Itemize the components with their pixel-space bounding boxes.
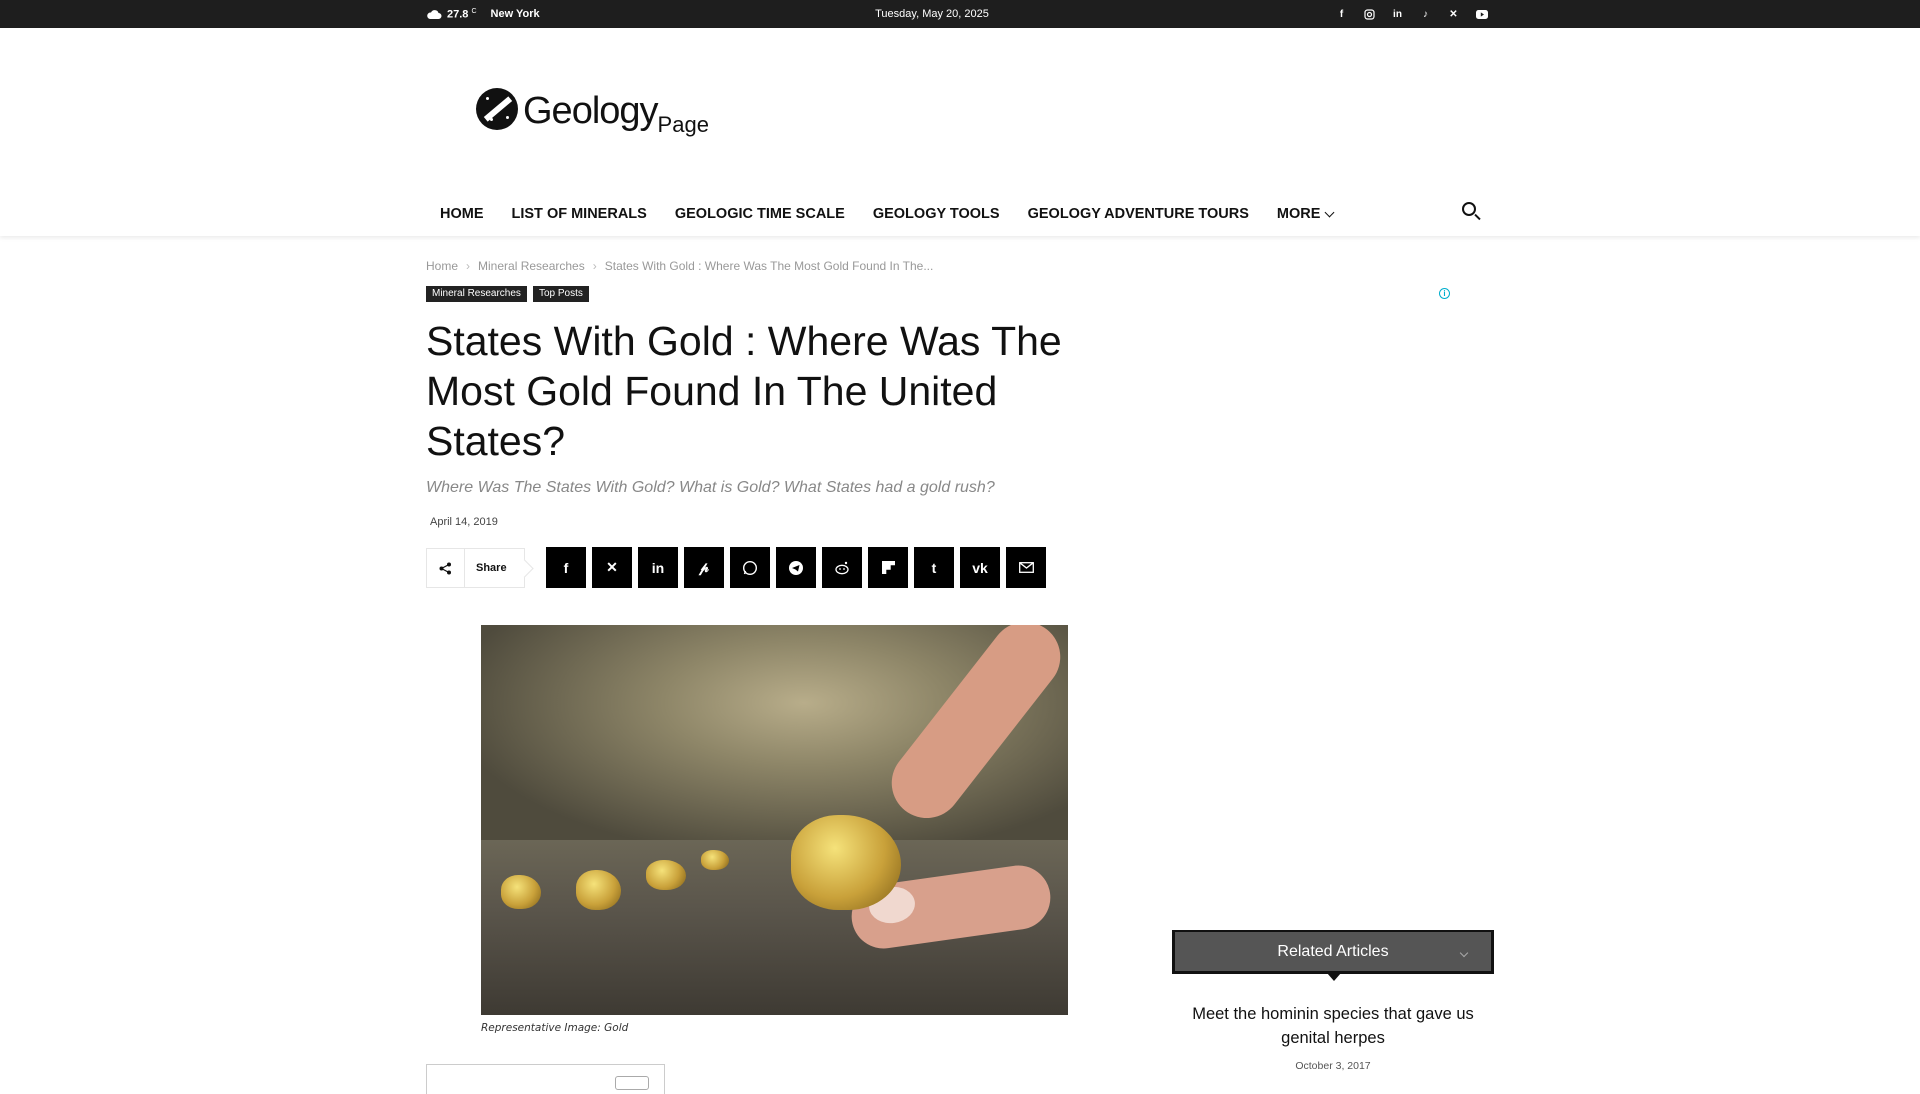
nav-item-more-label: MORE — [1276, 206, 1321, 222]
share-buttons: f ✕ in 𝓅 t vk — [546, 547, 1046, 588]
content-box-partial — [426, 1064, 665, 1094]
pinterest-icon[interactable]: 𝓅 — [684, 547, 724, 588]
top-bar: 27.8 C New York Tuesday, May 20, 2025 f … — [0, 0, 1920, 28]
chevron-down-icon — [1324, 207, 1335, 217]
social-links: f in ♪ ✕ — [1335, 0, 1488, 28]
breadcrumb-home[interactable]: Home — [426, 259, 458, 273]
x-icon[interactable]: ✕ — [1447, 8, 1460, 21]
telegram-icon[interactable] — [776, 547, 816, 588]
breadcrumb-separator: › — [592, 259, 597, 273]
instagram-icon[interactable] — [1363, 8, 1376, 21]
breadcrumb-category[interactable]: Mineral Researches — [478, 259, 585, 273]
related-articles-label: Related Articles — [1277, 942, 1389, 960]
site-header: Geology Page HOME LIST OF MINERALS GEOLO… — [0, 28, 1920, 236]
linkedin-icon[interactable]: in — [638, 547, 678, 588]
nav-item-home[interactable]: HOME — [426, 206, 498, 222]
article-date: April 14, 2019 — [430, 516, 498, 528]
current-date: Tuesday, May 20, 2025 — [875, 8, 989, 20]
related-articles-header[interactable]: Related Articles — [1172, 930, 1494, 981]
whatsapp-icon[interactable] — [730, 547, 770, 588]
article-title: States With Gold : Where Was The Most Go… — [426, 318, 1062, 464]
article-subtitle: Where Was The States With Gold? What is … — [426, 479, 995, 496]
breadcrumb-separator: › — [466, 259, 471, 273]
share-icon — [427, 549, 465, 587]
flipboard-icon[interactable] — [868, 547, 908, 588]
email-icon[interactable] — [1006, 547, 1046, 588]
nav-item-geologic-time-scale[interactable]: GEOLOGIC TIME SCALE — [661, 206, 859, 222]
tumblr-icon[interactable]: t — [914, 547, 954, 588]
logo-mark-icon — [476, 88, 518, 130]
ad-info-icon[interactable]: i — [1439, 288, 1450, 299]
share-label: Share — [476, 562, 507, 574]
breadcrumb: Home › Mineral Researches › States With … — [426, 259, 933, 273]
facebook-icon[interactable]: f — [1335, 8, 1348, 21]
nav-item-list-of-minerals[interactable]: LIST OF MINERALS — [498, 206, 661, 222]
share-button[interactable]: Share — [426, 548, 525, 588]
logo-sub: Page — [657, 112, 709, 137]
category-tags: Mineral Researches Top Posts — [426, 286, 589, 302]
article-featured-image — [481, 625, 1068, 1015]
image-caption: Representative Image: Gold — [481, 1022, 629, 1034]
related-article-title[interactable]: Meet the hominin species that gave us ge… — [1172, 1002, 1494, 1050]
x-icon[interactable]: ✕ — [592, 547, 632, 588]
tag-top-posts[interactable]: Top Posts — [532, 286, 589, 302]
logo-word: Geology — [523, 90, 659, 132]
tag-mineral-researches[interactable]: Mineral Researches — [426, 286, 527, 302]
related-article-date: October 3, 2017 — [1295, 1060, 1371, 1072]
main-nav: HOME LIST OF MINERALS GEOLOGIC TIME SCAL… — [426, 196, 1347, 232]
facebook-icon[interactable]: f — [546, 547, 586, 588]
search-icon[interactable] — [1460, 200, 1482, 222]
vk-icon[interactable]: vk — [960, 547, 1000, 588]
chevron-down-icon — [1459, 948, 1469, 958]
breadcrumb-current: States With Gold : Where Was The Most Go… — [604, 259, 934, 273]
site-logo[interactable]: Geology Page — [476, 88, 709, 137]
linkedin-icon[interactable]: in — [1391, 8, 1404, 21]
nav-item-more[interactable]: MORE — [1263, 206, 1348, 222]
nav-item-geology-adventure-tours[interactable]: GEOLOGY ADVENTURE TOURS — [1014, 206, 1263, 222]
tiktok-icon[interactable]: ♪ — [1419, 8, 1432, 21]
toggle-button[interactable] — [615, 1076, 649, 1090]
youtube-icon[interactable] — [1475, 8, 1488, 21]
nav-item-geology-tools[interactable]: GEOLOGY TOOLS — [859, 206, 1014, 222]
reddit-icon[interactable] — [822, 547, 862, 588]
